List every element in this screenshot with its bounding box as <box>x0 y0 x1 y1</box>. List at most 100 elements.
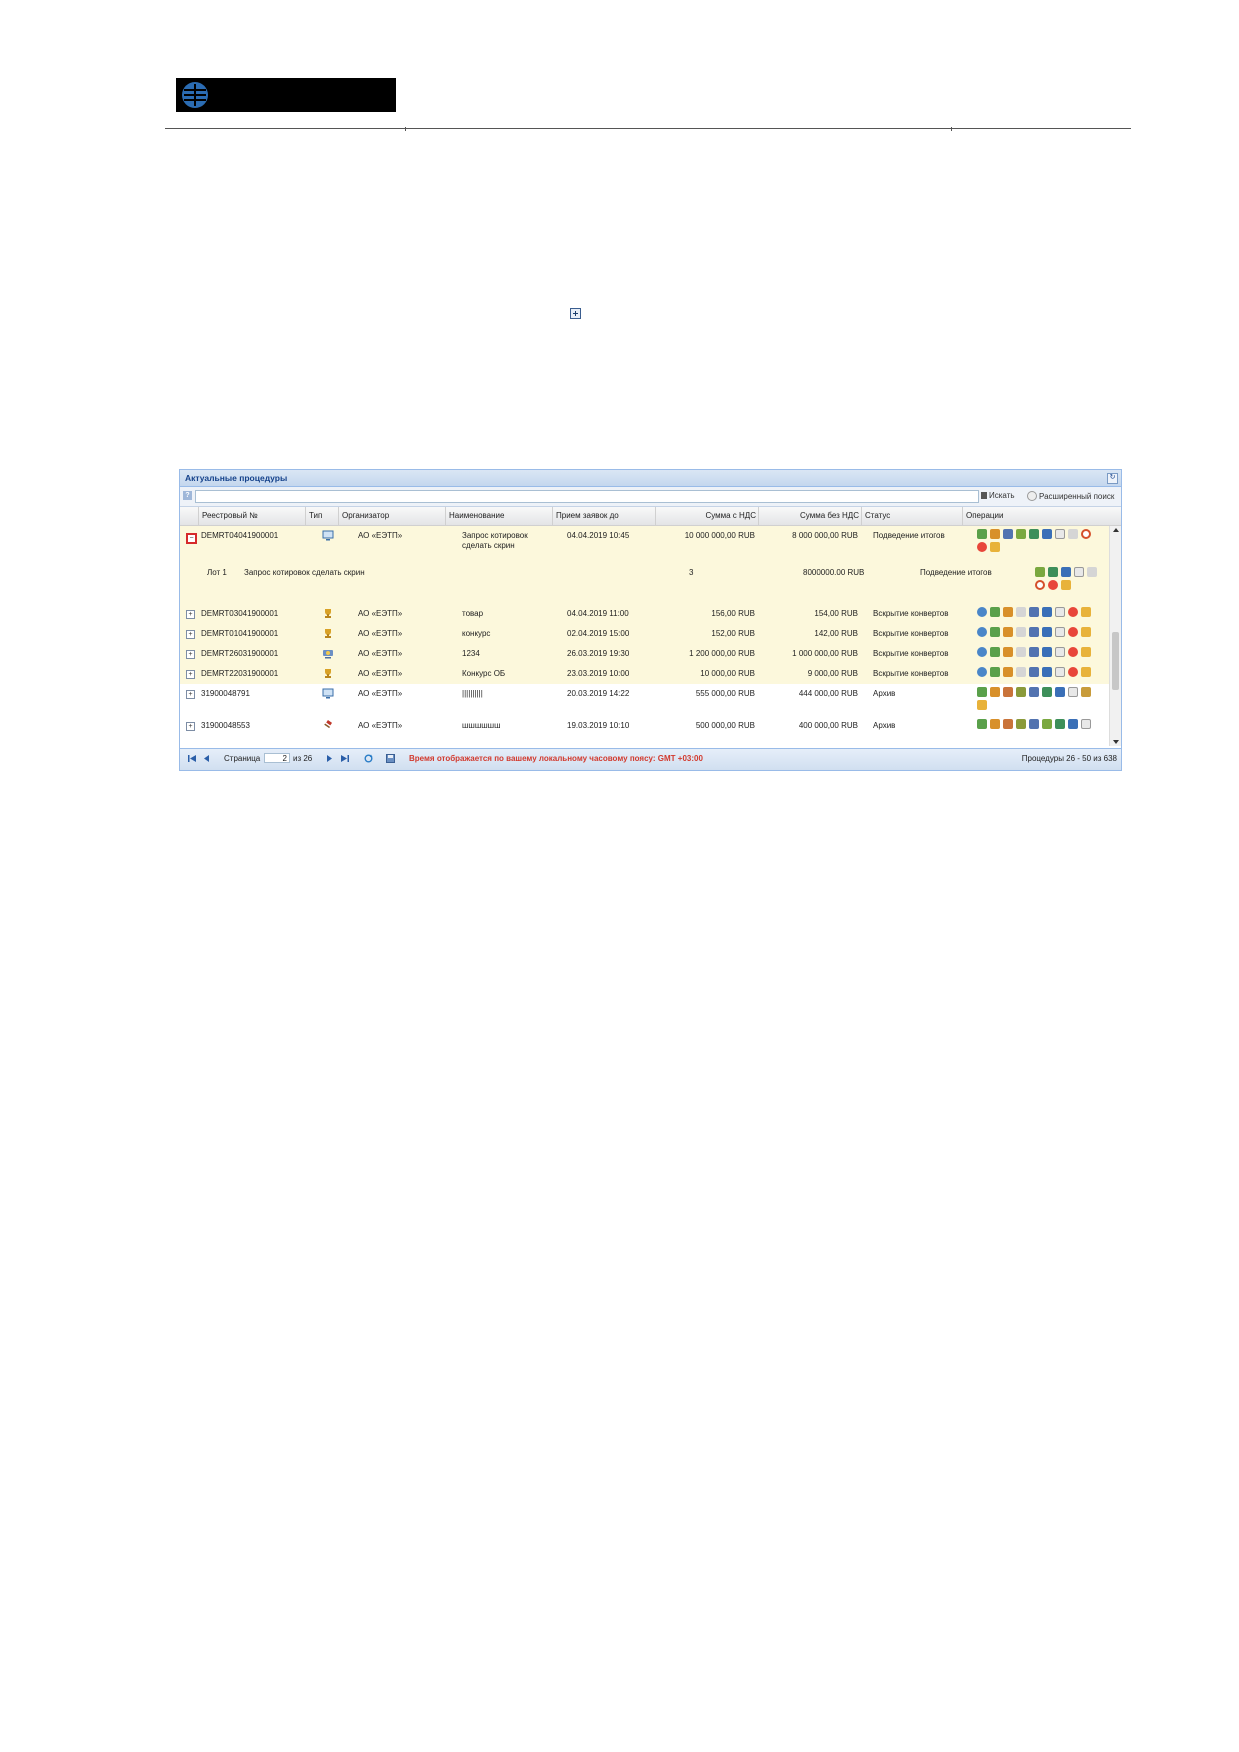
chart-icon[interactable] <box>1029 719 1039 729</box>
search-button[interactable]: Искать <box>981 491 1015 500</box>
document-icon[interactable] <box>1042 627 1052 637</box>
save-icon[interactable] <box>386 754 395 763</box>
settings-icon[interactable] <box>990 529 1000 539</box>
document-icon[interactable] <box>1042 647 1052 657</box>
award-icon[interactable] <box>1003 719 1013 729</box>
page-icon[interactable] <box>1055 647 1065 657</box>
document-icon[interactable] <box>1042 667 1052 677</box>
key-icon[interactable] <box>990 542 1000 552</box>
reload-icon[interactable] <box>1035 580 1045 590</box>
settings-icon[interactable] <box>1003 667 1013 677</box>
gears-icon[interactable] <box>977 529 987 539</box>
table-row[interactable]: + DEMRT22031900001 АО «ЕЭТП» Конкурс ОБ … <box>180 664 1110 685</box>
copy-icon[interactable] <box>1029 529 1039 539</box>
col-header-reg-no[interactable]: Реестровый № <box>198 507 306 525</box>
col-header-sum-vat[interactable]: Сумма с НДС <box>655 507 760 525</box>
key-icon[interactable] <box>977 700 987 710</box>
chart-icon[interactable] <box>1029 667 1039 677</box>
col-header-sum-novat[interactable]: Сумма без НДС <box>758 507 863 525</box>
expand-row-icon[interactable]: + <box>186 690 195 699</box>
collapse-row-icon[interactable]: − <box>186 533 197 544</box>
document-icon[interactable] <box>1068 719 1078 729</box>
col-header-deadline[interactable]: Прием заявок до <box>552 507 656 525</box>
chart-icon[interactable] <box>1029 627 1039 637</box>
page-icon[interactable] <box>1081 719 1091 729</box>
page-icon[interactable] <box>1055 627 1065 637</box>
gears-icon[interactable] <box>977 687 987 697</box>
advanced-search-button[interactable]: Расширенный поиск <box>1027 491 1114 501</box>
expand-row-icon[interactable]: + <box>186 630 195 639</box>
last-page-icon[interactable] <box>340 754 349 763</box>
gears-icon[interactable] <box>990 647 1000 657</box>
chart-icon[interactable] <box>1029 687 1039 697</box>
chart-icon[interactable] <box>1029 647 1039 657</box>
gears-icon[interactable] <box>990 667 1000 677</box>
table-row[interactable]: + 31900048553 АО «ЕЭТП» шшшшшш 19.03.201… <box>180 716 1110 746</box>
export-icon[interactable] <box>1016 529 1026 539</box>
expand-row-icon[interactable]: + <box>186 650 195 659</box>
settings-icon[interactable] <box>990 687 1000 697</box>
scroll-down-icon[interactable] <box>1113 740 1119 744</box>
scroll-up-icon[interactable] <box>1113 528 1119 532</box>
chart-icon[interactable] <box>1003 529 1013 539</box>
refresh-tool-icon[interactable]: ↻ <box>1107 473 1118 484</box>
copy-icon[interactable] <box>1048 567 1058 577</box>
lot-row[interactable]: Лот 1 Запрос котировок сделать скрин 3 8… <box>180 560 1110 605</box>
page-icon[interactable] <box>1068 687 1078 697</box>
document-icon[interactable] <box>1061 567 1071 577</box>
table-row[interactable]: − DEMRT04041900001 АО «ЕЭТП» Запрос коти… <box>180 526 1110 561</box>
stop-icon[interactable] <box>1048 580 1058 590</box>
list-icon[interactable] <box>1016 647 1026 657</box>
list-icon[interactable] <box>1016 667 1026 677</box>
settings-icon[interactable] <box>990 719 1000 729</box>
clock-icon[interactable] <box>977 627 987 637</box>
grid-scrollbar[interactable] <box>1109 526 1121 746</box>
chart-icon[interactable] <box>1029 607 1039 617</box>
archive-icon[interactable] <box>1081 687 1091 697</box>
page-icon[interactable] <box>1055 529 1065 539</box>
list-icon[interactable] <box>1087 567 1097 577</box>
award-icon[interactable] <box>1003 687 1013 697</box>
settings-icon[interactable] <box>1003 647 1013 657</box>
key-icon[interactable] <box>1081 667 1091 677</box>
stop-icon[interactable] <box>977 542 987 552</box>
prev-page-icon[interactable] <box>202 754 211 763</box>
export-icon[interactable] <box>1042 719 1052 729</box>
page-icon[interactable] <box>1074 567 1084 577</box>
settings-icon[interactable] <box>1003 627 1013 637</box>
copy-icon[interactable] <box>1042 687 1052 697</box>
stop-icon[interactable] <box>1068 627 1078 637</box>
first-page-icon[interactable] <box>188 754 197 763</box>
key-icon[interactable] <box>1061 580 1071 590</box>
col-header-ops[interactable]: Операции <box>962 507 1106 525</box>
stop-icon[interactable] <box>1068 647 1078 657</box>
clock-icon[interactable] <box>977 647 987 657</box>
scroll-thumb[interactable] <box>1112 632 1119 690</box>
page-icon[interactable] <box>1055 607 1065 617</box>
stop-icon[interactable] <box>1068 667 1078 677</box>
expand-row-icon[interactable]: + <box>186 722 195 731</box>
key-icon[interactable] <box>1081 627 1091 637</box>
document-icon[interactable] <box>1055 687 1065 697</box>
key-icon[interactable] <box>1081 607 1091 617</box>
search-input[interactable] <box>195 490 979 503</box>
document-icon[interactable] <box>1042 529 1052 539</box>
expand-row-icon[interactable]: + <box>186 610 195 619</box>
clock-icon[interactable] <box>977 607 987 617</box>
stop-icon[interactable] <box>1068 607 1078 617</box>
list-icon[interactable] <box>1016 607 1026 617</box>
gears-icon[interactable] <box>990 627 1000 637</box>
export-icon[interactable] <box>1035 567 1045 577</box>
reload-icon[interactable] <box>1081 529 1091 539</box>
expand-row-icon[interactable]: + <box>186 670 195 679</box>
refresh-icon[interactable] <box>364 754 373 763</box>
col-header-organizer[interactable]: Организатор <box>338 507 446 525</box>
report-icon[interactable] <box>1016 687 1026 697</box>
document-icon[interactable] <box>1042 607 1052 617</box>
table-row[interactable]: + DEMRT01041900001 АО «ЕЭТП» конкурс 02.… <box>180 624 1110 645</box>
help-button[interactable]: ? <box>183 491 192 500</box>
col-header-type[interactable]: Тип <box>305 507 339 525</box>
copy-icon[interactable] <box>1055 719 1065 729</box>
page-number-input[interactable]: 2 <box>264 753 290 763</box>
list-icon[interactable] <box>1016 627 1026 637</box>
